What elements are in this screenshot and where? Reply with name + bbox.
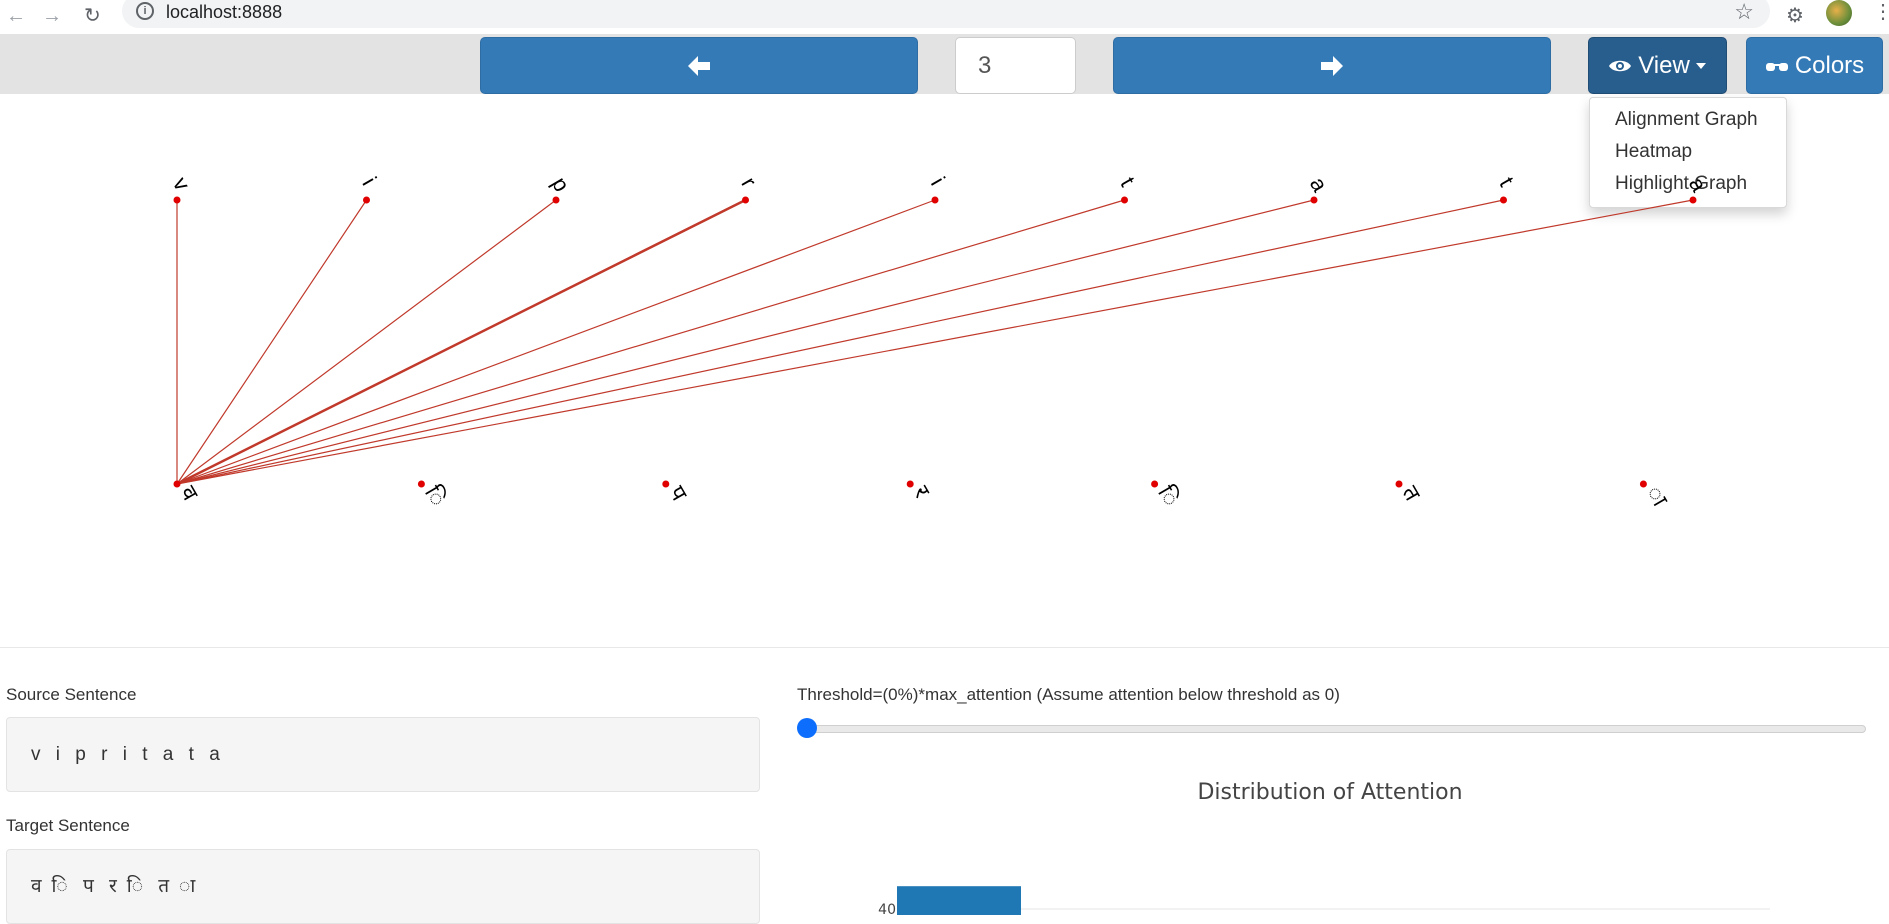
colors-button[interactable]: Colors (1746, 37, 1883, 94)
source-token: r (736, 173, 761, 192)
threshold-label: Threshold=(0%)*max_attention (Assume att… (797, 685, 1340, 704)
address-bar[interactable]: i localhost:8888 ☆ (122, 0, 1770, 28)
view-label: View (1638, 51, 1690, 79)
info-icon[interactable]: i (136, 2, 154, 20)
source-sentence-label: Source Sentence (6, 685, 137, 704)
target-node[interactable] (662, 480, 670, 488)
source-token: p (547, 173, 575, 196)
threshold-slider[interactable] (799, 725, 1866, 733)
glasses-icon (1765, 62, 1788, 71)
source-node[interactable] (1121, 196, 1128, 204)
back-icon[interactable]: ← (6, 5, 26, 27)
source-token: i (357, 173, 381, 190)
source-token: a (1684, 173, 1712, 197)
source-token: a (1305, 173, 1333, 197)
alignment-edge (176, 199, 367, 485)
source-node[interactable] (1500, 196, 1507, 204)
prev-button[interactable] (480, 37, 918, 94)
source-node[interactable] (552, 196, 560, 204)
source-node[interactable] (1689, 196, 1697, 204)
source-node[interactable] (931, 196, 939, 204)
alignment-edge (176, 199, 1125, 485)
view-button[interactable]: View (1588, 37, 1727, 94)
extensions-icon[interactable]: ⚙ (1786, 3, 1804, 28)
target-node[interactable] (1639, 480, 1647, 488)
alignment-edge (176, 199, 557, 485)
source-node[interactable] (742, 196, 749, 204)
source-node[interactable] (1310, 196, 1318, 204)
source-sentence-box: v i p r i t a t a (6, 717, 760, 792)
chart-bar (897, 886, 1021, 915)
next-button[interactable] (1113, 37, 1551, 94)
alignment-edge (176, 199, 1694, 485)
star-icon[interactable]: ☆ (1734, 0, 1754, 25)
arrow-left-icon (688, 55, 710, 76)
menu-icon[interactable]: ⋮ (1873, 2, 1889, 22)
forward-icon[interactable]: → (42, 5, 62, 27)
target-node[interactable] (417, 480, 425, 488)
target-node[interactable] (1395, 480, 1403, 488)
source-token: t (1115, 173, 1140, 191)
reload-icon[interactable]: ↻ (84, 5, 101, 27)
alignment-graph: v i p r i t a t aवि प रि ता (168, 173, 1712, 511)
target-node[interactable] (1151, 480, 1159, 488)
arrow-right-icon (1321, 55, 1343, 76)
threshold-slider-thumb[interactable] (797, 718, 817, 738)
chart-title: Distribution of Attention (1197, 780, 1463, 805)
alignment-edge (176, 199, 1504, 485)
browser-chrome: ← → ↻ i localhost:8888 ☆ ⚙ ⋮ (0, 0, 1889, 34)
alignment-edge (176, 199, 936, 485)
source-token: v (168, 173, 195, 195)
chart-y-tick-label: 40 (878, 902, 896, 915)
target-node[interactable] (906, 480, 914, 488)
caret-down-icon (1695, 62, 1706, 69)
target-sentence-box: व ि प र ि त ा (6, 849, 760, 924)
colors-label: Colors (1794, 51, 1865, 79)
target-node[interactable] (173, 480, 181, 488)
target-sentence-label: Target Sentence (6, 816, 130, 835)
page-number-input[interactable]: 3 (955, 37, 1076, 94)
divider (0, 647, 1889, 648)
url-text: localhost:8888 (166, 2, 283, 22)
source-token: t (1494, 173, 1519, 191)
alignment-edge (176, 198, 747, 486)
attention-chart: 40 (878, 886, 1770, 915)
source-node[interactable] (173, 196, 181, 204)
source-token: i (926, 173, 950, 190)
avatar[interactable] (1826, 0, 1852, 26)
alignment-edge (176, 199, 1315, 485)
source-node[interactable] (363, 196, 370, 204)
eye-icon (1609, 60, 1632, 71)
